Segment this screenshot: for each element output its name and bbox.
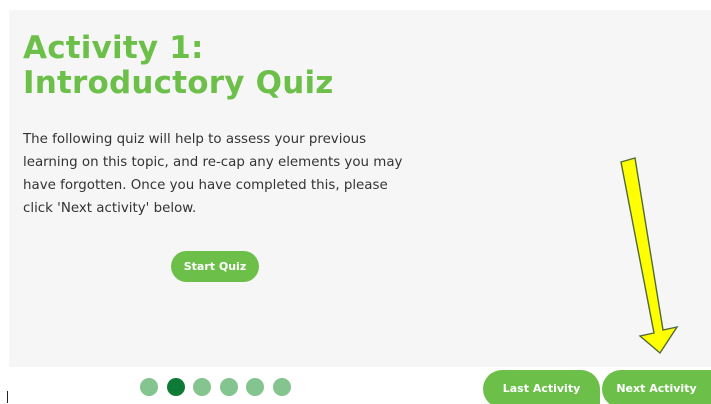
last-activity-button[interactable]: Last Activity bbox=[483, 370, 600, 404]
start-quiz-button[interactable]: Start Quiz bbox=[171, 251, 259, 282]
next-activity-button[interactable]: Next Activity bbox=[602, 370, 711, 404]
activity-page: Activity 1: Introductory Quiz The follow… bbox=[0, 0, 711, 404]
title-line-2: Introductory Quiz bbox=[23, 65, 334, 101]
progress-dot-4[interactable] bbox=[219, 378, 238, 396]
page-title: Activity 1: Introductory Quiz bbox=[23, 31, 334, 101]
progress-dot-3[interactable] bbox=[193, 378, 211, 396]
text-cursor bbox=[7, 391, 8, 403]
progress-dot-6[interactable] bbox=[272, 378, 291, 396]
progress-dots bbox=[140, 378, 291, 396]
progress-dot-5[interactable] bbox=[246, 378, 264, 396]
progress-dot-2[interactable] bbox=[166, 378, 185, 396]
activity-description: The following quiz will help to assess y… bbox=[23, 132, 403, 216]
progress-dot-1[interactable] bbox=[140, 378, 158, 396]
title-line-1: Activity 1: bbox=[23, 30, 204, 66]
